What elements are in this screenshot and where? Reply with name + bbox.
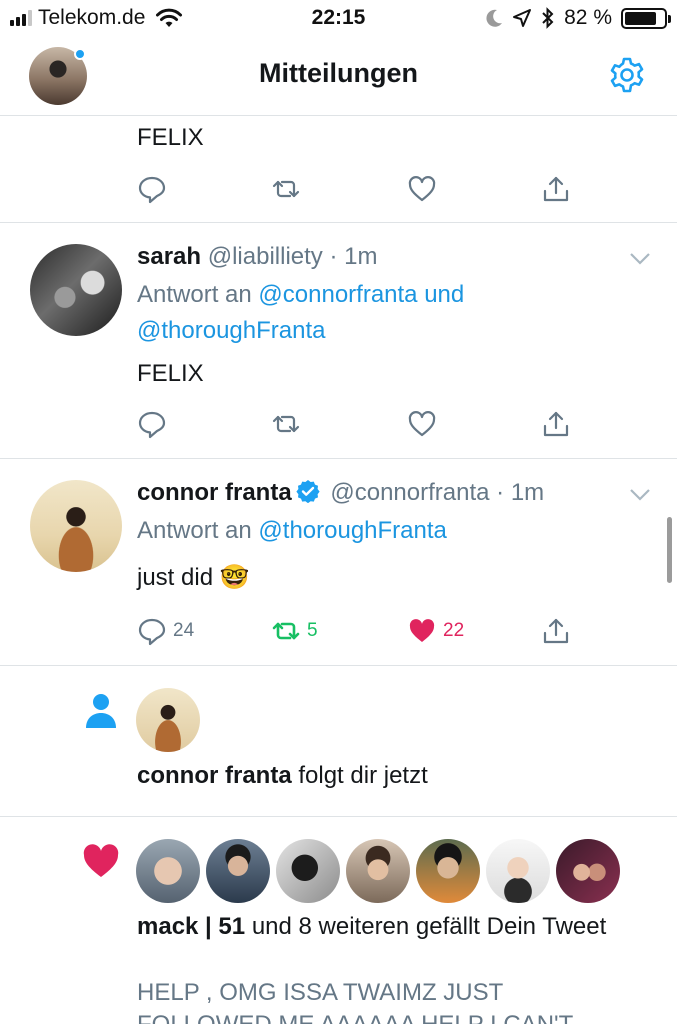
tweet-header: connor franta @connorfranta · 1m [137,479,544,507]
heart-icon [83,844,119,877]
retweet-button[interactable] [271,409,301,439]
heart-outline-icon [408,411,436,437]
retweet-icon [272,622,300,640]
like-notification[interactable]: mack | 51 und 8 weiteren gefällt Dein Tw… [0,817,677,1024]
scrollbar[interactable] [667,517,672,583]
avatar[interactable] [30,244,122,336]
like-summary-rest: und 8 weiteren gefällt Dein Tweet [251,913,607,940]
chevron-down-icon[interactable] [629,252,651,266]
retweet-button[interactable]: 5 [271,616,318,646]
liked-tweet-preview[interactable]: HELP , OMG ISSA TWAIMZ JUST FOLLOWED ME … [137,977,657,1024]
like-button[interactable]: 22 [407,616,464,646]
heart-outline-icon [408,176,436,202]
verified-badge-icon [296,480,320,503]
moon-icon [486,9,503,27]
share-button[interactable] [541,174,571,204]
share-button[interactable] [541,409,571,439]
tweet-actions: 24 5 22 [137,616,577,652]
reply-prefix: Antwort an [137,281,252,308]
mention-link[interactable]: @connorfranta [258,281,417,308]
gear-icon[interactable] [607,55,647,95]
user-handle: @connorfranta [330,479,490,506]
tweet-actions [137,174,577,210]
tweet-text: FELIX [137,360,204,387]
reply-icon [138,176,166,204]
chevron-down-icon[interactable] [629,488,651,502]
avatar[interactable] [556,839,620,903]
share-icon [543,411,569,437]
display-name[interactable]: sarah [137,243,201,270]
like-summary: mack | 51 und 8 weiteren gefällt Dein Tw… [137,909,637,945]
follower-name[interactable]: connor franta [137,762,292,789]
avatar[interactable] [30,480,122,572]
follow-action: folgt dir jetzt [298,762,428,789]
liked-tweet-line: FOLLOWED ME AAAAAA HELP I CAN'T [137,1009,657,1024]
tweet-text: FELIX [137,124,204,151]
retweet-button[interactable] [271,174,301,204]
reply-context: Antwort an @connorfranta und @thoroughFr… [137,277,597,349]
user-handle: @liabilliety [207,243,323,270]
liked-tweet-line: HELP , OMG ISSA TWAIMZ JUST [137,979,504,1006]
bluetooth-icon [542,7,554,29]
reply-context: Antwort an @thoroughFranta [137,513,597,549]
top-navigation: Mitteilungen [0,38,677,116]
timestamp: · 1m [496,479,545,506]
share-icon [543,618,569,644]
tweet-partial[interactable]: FELIX [0,116,677,223]
tweet-sarah[interactable]: sarah @liabilliety · 1m Antwort an @conn… [0,223,677,459]
avatar[interactable] [346,839,410,903]
like-count: 22 [443,620,465,641]
tweet-actions [137,409,577,445]
tweet-connor[interactable]: connor franta @connorfranta · 1m Antwort… [0,459,677,666]
avatar[interactable] [416,839,480,903]
avatar[interactable] [136,839,200,903]
display-name[interactable]: connor franta [137,479,292,506]
retweet-icon [272,180,300,198]
battery-icon [621,7,671,29]
status-icons: 82 % [485,6,671,30]
share-button[interactable] [541,616,571,646]
follow-notification[interactable]: connor franta folgt dir jetzt [0,666,677,817]
reply-count: 24 [173,620,195,641]
reply-button[interactable] [137,409,167,439]
avatar[interactable] [276,839,340,903]
retweet-icon [272,415,300,433]
page-title: Mitteilungen [259,58,418,88]
reply-button[interactable]: 24 [137,616,194,646]
like-button[interactable] [407,174,437,204]
status-bar: Telekom.de 22:15 82 % [0,0,677,38]
tweet-text: just did 🤓 [137,564,250,591]
heart-filled-icon [409,619,435,642]
liker-name[interactable]: mack | 51 [137,913,245,940]
like-button[interactable] [407,409,437,439]
liker-avatars [136,839,620,903]
reply-icon [138,411,166,439]
mention-link[interactable]: @thoroughFranta [137,317,325,344]
retweet-count: 5 [307,620,318,641]
tweet-header: sarah @liabilliety · 1m [137,243,377,271]
avatar[interactable] [486,839,550,903]
reply-button[interactable] [137,174,167,204]
follow-text: connor franta folgt dir jetzt [137,762,428,790]
avatar[interactable] [206,839,270,903]
avatar[interactable] [136,688,200,752]
timestamp: · 1m [329,243,378,270]
reply-prefix: Antwort an [137,517,252,544]
reply-icon [138,618,166,646]
mention-link[interactable]: @thoroughFranta [258,517,446,544]
person-icon [86,694,116,728]
share-icon [543,176,569,202]
location-arrow-icon [513,9,532,27]
battery-percent: 82 % [564,6,612,29]
reply-joiner: und [424,281,465,308]
